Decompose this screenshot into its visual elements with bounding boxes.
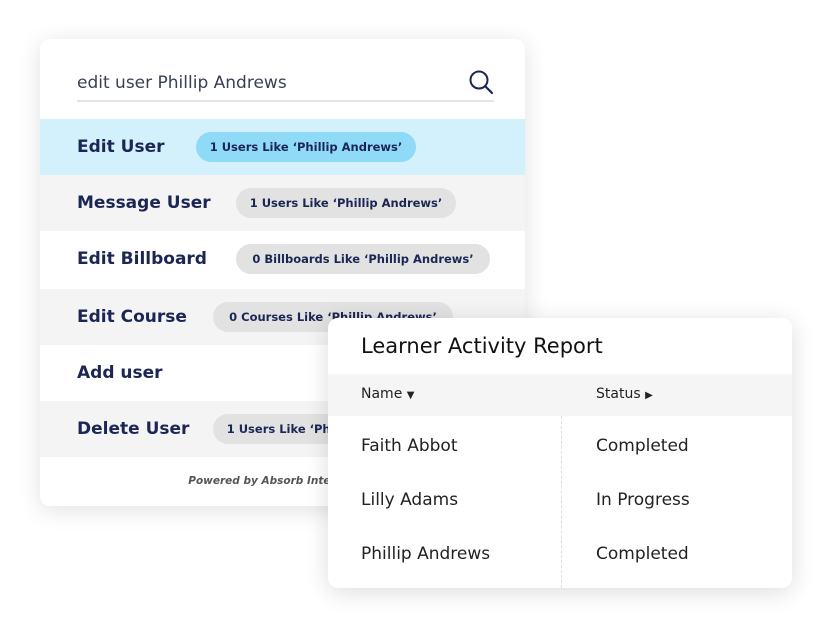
command-edit-billboard[interactable]: Edit Billboard 0 Billboards Like ‘Philli… <box>40 231 525 287</box>
table-cell-name: Faith Abbot <box>361 436 458 456</box>
command-edit-user[interactable]: Edit User 1 Users Like ‘Phillip Andrews’ <box>40 119 525 175</box>
report-title: Learner Activity Report <box>361 334 603 358</box>
command-label: Delete User <box>77 419 190 439</box>
table-cell-status: In Progress <box>596 490 690 510</box>
command-label: Edit Billboard <box>77 249 207 269</box>
command-label: Message User <box>77 193 211 213</box>
command-message-user[interactable]: Message User 1 Users Like ‘Phillip Andre… <box>40 175 525 231</box>
search-input[interactable]: edit user Phillip Andrews <box>77 73 287 93</box>
caret-down-icon: ▼ <box>406 390 415 401</box>
column-status-header[interactable]: Status ▶ <box>596 386 653 402</box>
match-badge: 0 Billboards Like ‘Phillip Andrews’ <box>236 244 490 274</box>
column-name-header[interactable]: Name ▼ <box>361 386 414 402</box>
column-label: Status <box>596 386 641 402</box>
command-label: Add user <box>77 363 163 383</box>
table-cell-name: Phillip Andrews <box>361 544 491 564</box>
learner-activity-report: Learner Activity Report Name ▼ Status ▶ … <box>328 318 792 588</box>
search-field[interactable]: edit user Phillip Andrews <box>77 69 494 102</box>
match-badge: 1 Users Like ‘Phillip Andrews’ <box>196 132 416 162</box>
table-cell-name: Lilly Adams <box>361 490 459 510</box>
column-divider <box>561 416 562 588</box>
command-label: Edit User <box>77 137 165 157</box>
column-label: Name <box>361 386 403 402</box>
caret-right-icon: ▶ <box>645 390 653 401</box>
table-cell-status: Completed <box>596 436 689 456</box>
table-cell-status: Completed <box>596 544 689 564</box>
command-label: Edit Course <box>77 307 187 327</box>
match-badge: 1 Users Like ‘Phillip Andrews’ <box>236 188 456 218</box>
table-header: Name ▼ Status ▶ <box>328 374 792 416</box>
search-icon[interactable] <box>468 69 494 95</box>
